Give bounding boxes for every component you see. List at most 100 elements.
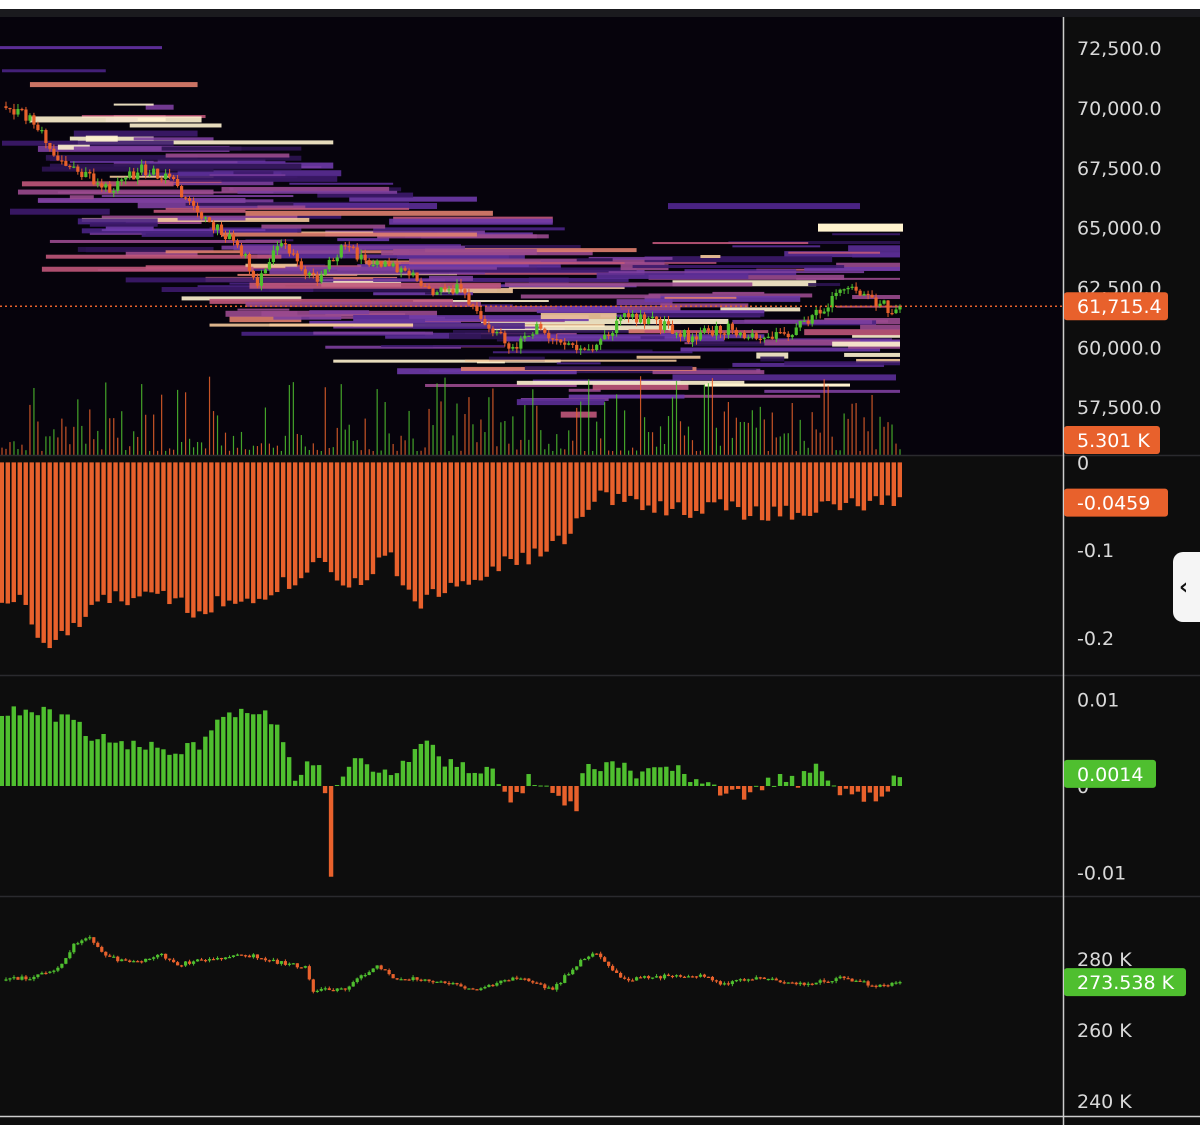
heatmap-band (237, 190, 398, 194)
price-candle (295, 253, 299, 262)
heatmap-band (832, 341, 900, 347)
volume-bar (679, 421, 682, 455)
y-tick-label: 67,500.0 (1077, 158, 1162, 180)
indicator-3-candle (88, 937, 92, 939)
indicator-2-bar (316, 765, 322, 786)
indicator-3-candle (507, 980, 511, 982)
indicator-1-bar (430, 462, 436, 590)
indicator-2-bar (466, 773, 471, 786)
indicator-2-bar (658, 767, 663, 786)
volume-bar (109, 418, 111, 455)
price-candle (678, 333, 683, 337)
indicator-3-candle (511, 977, 515, 981)
indicator-3-candle (798, 982, 802, 985)
volume-bar (612, 450, 614, 455)
volume-bar (843, 413, 845, 455)
volume-bar (9, 442, 11, 455)
indicator-1-bar (676, 462, 681, 503)
indicator-1-bar (723, 462, 729, 511)
indicator-3-candle (802, 982, 806, 985)
price-candle (40, 130, 44, 132)
indicator-1-bar (322, 462, 328, 563)
price-candle (499, 331, 503, 334)
volume-bar (548, 443, 550, 455)
indicator-2-bar (137, 747, 142, 786)
volume-bar (576, 407, 578, 455)
indicator-2-bar (328, 786, 334, 877)
indicator-3-candle (391, 974, 395, 979)
volume-bar (248, 449, 251, 455)
volume-bar (544, 449, 546, 455)
volume-bar (129, 446, 131, 455)
indicator-1-bar (490, 462, 495, 567)
indicator-3-candle (351, 982, 355, 987)
heatmap-band (560, 411, 597, 418)
indicator-1-bar (544, 462, 549, 552)
price-candle (116, 181, 120, 191)
indicator-1-bar (418, 462, 424, 609)
indicator-1-bar (203, 462, 208, 615)
indicator-1-bar (352, 462, 358, 579)
price-candle (607, 334, 611, 336)
indicator-3-candle (806, 983, 810, 985)
volume-bar (244, 449, 247, 455)
volume-bar (604, 402, 606, 455)
indicator-3-candle (726, 983, 730, 985)
heatmap-band (285, 266, 497, 270)
price-candle (191, 201, 196, 206)
price-candle (531, 334, 535, 336)
heatmap-band (237, 308, 290, 311)
indicator-1-bar (831, 462, 837, 505)
indicator-2-bar (400, 760, 406, 786)
heatmap-band (9, 208, 110, 215)
volume-bar (113, 418, 115, 455)
heatmap-band (788, 251, 881, 254)
indicator-2-bar (616, 767, 621, 786)
volume-bar (731, 437, 733, 455)
volume-bar (663, 443, 666, 455)
indicator-2-bar (227, 712, 232, 786)
price-candle (686, 330, 691, 343)
value-badge-label: 273.538 K (1077, 972, 1175, 994)
indicator-1-bar (592, 462, 597, 502)
indicator-2-bar (604, 762, 609, 786)
indicator-2-bar (460, 762, 465, 786)
indicator-1-bar (298, 462, 304, 579)
collapse-panel-button[interactable]: ‹ (1173, 552, 1200, 622)
indicator-3-candle (623, 977, 627, 979)
price-candle (128, 171, 132, 178)
volume-bar (37, 421, 39, 455)
indicator-1-bar (532, 462, 537, 549)
indicator-1-bar (580, 462, 585, 517)
indicator-2-bar (700, 783, 705, 786)
price-candle (363, 254, 367, 261)
indicator-3-candle (164, 953, 168, 959)
indicator-2-bar (334, 784, 340, 786)
indicator-1-bar (478, 462, 483, 581)
price-candle (674, 333, 679, 335)
indicator-1-bar (424, 462, 430, 595)
price-candle (642, 314, 647, 325)
indicator-2-bar (370, 771, 376, 786)
volume-bar (751, 410, 753, 455)
price-candle (223, 234, 228, 240)
indicator-2-bar (664, 766, 669, 786)
indicator-3-candle (319, 988, 323, 991)
volume-bar (53, 429, 55, 455)
indicator-2-bar (101, 733, 106, 786)
heatmap-band (576, 258, 613, 262)
indicator-3-candle (367, 972, 371, 976)
indicator-2-bar (873, 786, 879, 802)
price-candle (144, 164, 148, 176)
volume-bar (500, 422, 502, 455)
indicator-1-bar (173, 462, 178, 599)
indicator-1-bar (610, 462, 615, 506)
volume-bar (464, 414, 466, 455)
volume-bar (85, 443, 87, 455)
indicator-3-candle (343, 988, 347, 990)
price-candle (595, 344, 599, 351)
price-candle (335, 257, 339, 262)
indicator-3-candle (239, 954, 244, 956)
indicator-2-bar (149, 741, 154, 786)
price-candle (283, 243, 287, 245)
